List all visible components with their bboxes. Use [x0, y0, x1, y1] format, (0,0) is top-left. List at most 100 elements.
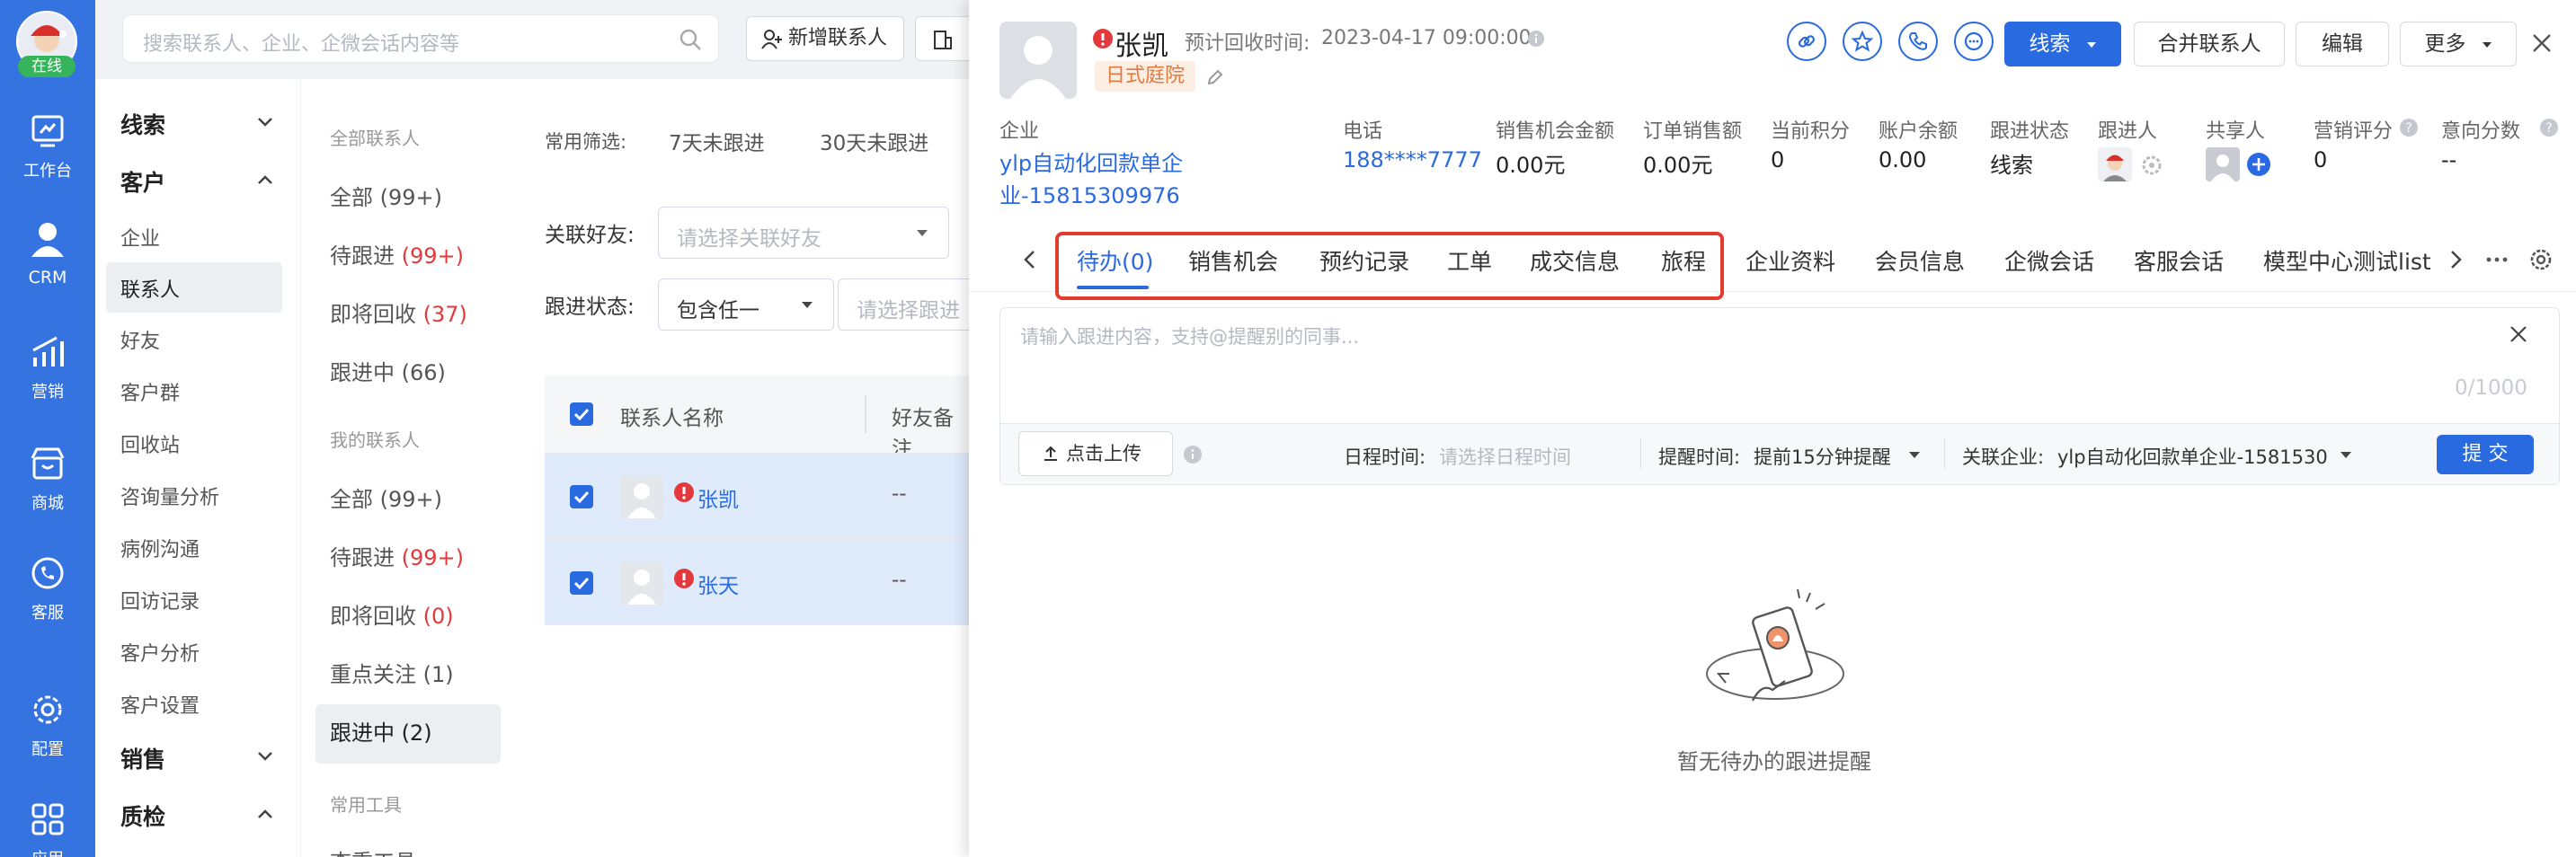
subnav-my-all[interactable]: 全部 (99+) — [330, 482, 442, 513]
contact-name-link[interactable]: 张天 — [697, 569, 739, 599]
related-company-select[interactable]: ylp自动化回款单企业-158153099... — [2057, 443, 2329, 470]
menu-leads[interactable]: 线索 — [120, 108, 165, 140]
menu-sales[interactable]: 销售 — [120, 742, 165, 774]
tab-service-chat[interactable]: 客服会话 — [2134, 244, 2224, 277]
global-search-input[interactable]: 搜索联系人、企业、企微会话内容等 — [122, 14, 719, 63]
new-contact-button[interactable]: 新增联系人 — [746, 16, 904, 61]
subnav-all-all[interactable]: 全部 (99+) — [330, 180, 442, 211]
share-avatar[interactable] — [2206, 147, 2240, 181]
subnav-my-pending[interactable]: 待跟进 (99+) — [330, 540, 464, 571]
nav-apps[interactable]: 应用 — [0, 801, 95, 857]
call-button[interactable] — [1898, 22, 1938, 61]
caret-down-icon — [917, 230, 928, 236]
edit-pencil-icon[interactable] — [1206, 68, 1224, 86]
menu-qc[interactable]: 质检 — [120, 800, 165, 832]
help-icon[interactable]: ? — [2540, 119, 2558, 137]
menu-item-case-comm[interactable]: 病例沟通 — [120, 534, 200, 562]
status-operator-select[interactable]: 包含任一 — [658, 278, 834, 331]
quick-filter-7d[interactable]: 7天未跟进 — [669, 126, 765, 156]
tab-model-center[interactable]: 模型中心测试list — [2263, 244, 2430, 277]
table-row[interactable]: 张凯 -- — [545, 453, 971, 539]
menu-item-revisit[interactable]: 回访记录 — [120, 586, 200, 614]
subnav-all-following[interactable]: 跟进中 (66) — [330, 355, 446, 386]
nav-workbench[interactable]: 工作台 — [0, 113, 95, 181]
label: 跟进中 — [330, 720, 395, 746]
caret-down-icon — [2086, 41, 2096, 48]
more-label: 更多 — [2424, 32, 2466, 56]
nav-marketing[interactable]: 营销 — [0, 334, 95, 402]
nav-crm[interactable]: CRM — [0, 219, 95, 287]
contact-name-link[interactable]: 张凯 — [697, 482, 739, 513]
balance-label: 账户余额 — [1879, 120, 1959, 143]
menu-item-friends[interactable]: 好友 — [120, 325, 160, 354]
menu-item-contacts[interactable]: 联系人 — [120, 274, 180, 303]
menu-item-inquiry-analysis[interactable]: 咨询量分析 — [120, 482, 219, 510]
link-button[interactable] — [1787, 22, 1826, 61]
edit-button[interactable]: 编辑 — [2296, 22, 2389, 66]
more-button[interactable]: 更多 — [2400, 22, 2517, 66]
subnav-dedupe-tool[interactable]: 查重工具 — [330, 844, 416, 857]
avatar — [620, 475, 663, 518]
tab-wecom-chat[interactable]: 企微会话 — [2004, 244, 2094, 277]
owner-avatar[interactable] — [2098, 147, 2132, 181]
phone-value[interactable]: 188****7777 — [1343, 147, 1482, 172]
subnav-all-pending[interactable]: 待跟进 (99+) — [330, 238, 464, 269]
follow-status-value: 线索 — [1990, 153, 2033, 178]
nav-mall[interactable]: 商城 — [0, 446, 95, 514]
quick-filter-30d[interactable]: 30天未跟进 — [820, 126, 928, 156]
subnav-my-recycling[interactable]: 即将回收 (0) — [330, 598, 454, 630]
row-checkbox[interactable] — [570, 485, 593, 508]
gear-icon[interactable] — [2141, 155, 2163, 176]
online-status-badge: 在线 — [18, 56, 76, 77]
company-link[interactable]: ylp自动化回款单企 业-15815309976 — [999, 147, 1183, 212]
menu-item-customer-settings[interactable]: 客户设置 — [120, 690, 200, 719]
select-all-checkbox[interactable] — [570, 402, 593, 426]
chevron-up-icon[interactable] — [257, 174, 273, 185]
merge-contact-button[interactable]: 合并联系人 — [2134, 22, 2285, 66]
chevron-down-icon[interactable] — [257, 117, 273, 128]
menu-item-recycle[interactable]: 回收站 — [120, 429, 180, 458]
upload-button[interactable]: 点击上传 — [1018, 431, 1173, 476]
info-icon[interactable] — [1528, 31, 1544, 47]
close-icon[interactable] — [2509, 324, 2528, 344]
nav-service[interactable]: 客服 — [0, 555, 95, 623]
row-checkbox[interactable] — [570, 571, 593, 595]
chevron-left-icon[interactable] — [1023, 250, 1035, 269]
info-icon[interactable] — [1184, 446, 1202, 464]
message-button[interactable] — [1954, 22, 1994, 61]
chevron-up-icon[interactable] — [257, 808, 273, 819]
add-share-icon[interactable] — [2247, 153, 2270, 176]
nav-settings[interactable]: 配置 — [0, 692, 95, 760]
stage-dropdown-button[interactable]: 线索 — [2004, 22, 2121, 66]
subnav-all-recycling[interactable]: 即将回收 (37) — [330, 296, 467, 328]
followup-input[interactable]: 请输入跟进内容，支持@提醒别的同事... — [1020, 322, 1359, 349]
submit-button[interactable]: 提 交 — [2437, 435, 2534, 474]
menu-item-customer-analysis[interactable]: 客户分析 — [120, 638, 200, 667]
more-dots-icon[interactable] — [2486, 257, 2508, 262]
remind-select[interactable]: 提前15分钟提醒 — [1754, 443, 1891, 470]
schedule-picker[interactable]: 请选择日程时间 — [1439, 443, 1571, 470]
order-sales-label: 订单销售额 — [1643, 120, 1743, 143]
menu-item-company[interactable]: 企业 — [120, 223, 160, 252]
contact-avatar — [999, 22, 1077, 99]
favorite-button[interactable] — [1843, 22, 1882, 61]
status-value-select[interactable]: 请选择跟进 — [838, 278, 982, 331]
avatar — [620, 561, 663, 605]
table-row[interactable]: 张天 -- — [545, 539, 971, 625]
settings-gear-icon[interactable] — [2529, 248, 2553, 271]
tab-company-info[interactable]: 企业资料 — [1745, 244, 1835, 277]
expected-recycle-label: 预计回收时间: — [1185, 32, 1310, 55]
marketing-score-value: 0 — [2314, 147, 2328, 172]
tab-member-info[interactable]: 会员信息 — [1875, 244, 1965, 277]
subnav-my-following[interactable]: 跟进中 (2) — [330, 715, 432, 747]
phone-icon — [1908, 32, 1927, 50]
menu-customer[interactable]: 客户 — [120, 165, 165, 198]
subnav-my-focus[interactable]: 重点关注 (1) — [330, 657, 454, 688]
menu-item-groups[interactable]: 客户群 — [120, 377, 180, 406]
friend-select[interactable]: 请选择关联好友 — [658, 207, 949, 259]
chevron-down-icon[interactable] — [257, 751, 273, 762]
schedule-label: 日程时间: — [1344, 446, 1426, 468]
close-icon[interactable] — [2531, 32, 2553, 54]
help-icon[interactable]: ? — [2400, 119, 2418, 137]
chevron-right-icon[interactable] — [2450, 250, 2463, 269]
